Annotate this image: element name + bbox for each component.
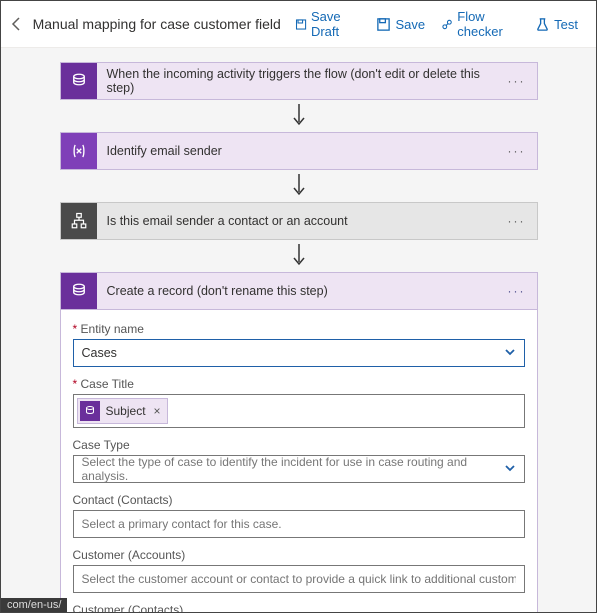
cds-icon	[61, 273, 97, 309]
case-title-label: Case Title	[73, 377, 525, 391]
step-trigger-title: When the incoming activity triggers the …	[97, 67, 497, 95]
contact-label: Contact (Contacts)	[73, 493, 525, 507]
entity-name-value: Cases	[82, 346, 117, 360]
token-remove-icon[interactable]: ×	[152, 404, 161, 418]
step-create-form: Entity name Cases Case Title Subject ×	[60, 310, 538, 612]
arrow-icon	[60, 100, 538, 132]
step-create-header[interactable]: Create a record (don't rename this step)…	[60, 272, 538, 310]
step-trigger-more[interactable]: ···	[497, 74, 537, 88]
flow-canvas: When the incoming activity triggers the …	[1, 48, 596, 612]
save-draft-label: Save Draft	[311, 9, 361, 39]
step-condition-title: Is this email sender a contact or an acc…	[97, 214, 497, 228]
flow-checker-label: Flow checker	[457, 9, 519, 39]
test-label: Test	[554, 17, 578, 32]
step-trigger[interactable]: When the incoming activity triggers the …	[60, 62, 538, 100]
chevron-down-icon	[504, 346, 516, 361]
contact-input[interactable]	[73, 510, 525, 538]
condition-icon	[61, 203, 97, 239]
entity-name-label: Entity name	[73, 322, 525, 336]
customer-contacts-label: Customer (Contacts)	[73, 603, 525, 612]
save-draft-button[interactable]: Save Draft	[289, 7, 367, 41]
step-identify[interactable]: Identify email sender ···	[60, 132, 538, 170]
arrow-icon	[60, 240, 538, 272]
case-type-select[interactable]: Select the type of case to identify the …	[73, 455, 525, 483]
step-condition-more[interactable]: ···	[497, 214, 537, 228]
case-type-label: Case Type	[73, 438, 525, 452]
variable-icon	[61, 133, 97, 169]
step-identify-title: Identify email sender	[97, 144, 497, 158]
save-label: Save	[395, 17, 425, 32]
step-create-more[interactable]: ···	[497, 284, 537, 298]
test-button[interactable]: Test	[529, 15, 584, 34]
dynamic-token-subject[interactable]: Subject ×	[77, 398, 168, 424]
step-create-title: Create a record (don't rename this step)	[97, 284, 497, 298]
cds-icon	[80, 401, 100, 421]
step-identify-more[interactable]: ···	[497, 144, 537, 158]
flow-checker-button[interactable]: Flow checker	[435, 7, 525, 41]
chevron-down-icon	[504, 462, 516, 477]
arrow-icon	[60, 170, 538, 202]
case-title-input[interactable]: Subject ×	[73, 394, 525, 428]
step-condition[interactable]: Is this email sender a contact or an acc…	[60, 202, 538, 240]
case-type-placeholder: Select the type of case to identify the …	[82, 455, 496, 483]
back-button[interactable]	[7, 12, 27, 36]
customer-accounts-label: Customer (Accounts)	[73, 548, 525, 562]
browser-statusbar: com/en-us/	[1, 598, 67, 612]
entity-name-select[interactable]: Cases	[73, 339, 525, 367]
customer-accounts-input[interactable]	[73, 565, 525, 593]
token-label: Subject	[106, 404, 146, 418]
save-button[interactable]: Save	[370, 15, 431, 34]
header-bar: Manual mapping for case customer field S…	[1, 1, 596, 48]
cds-icon	[61, 63, 97, 99]
page-title: Manual mapping for case customer field	[33, 16, 281, 32]
